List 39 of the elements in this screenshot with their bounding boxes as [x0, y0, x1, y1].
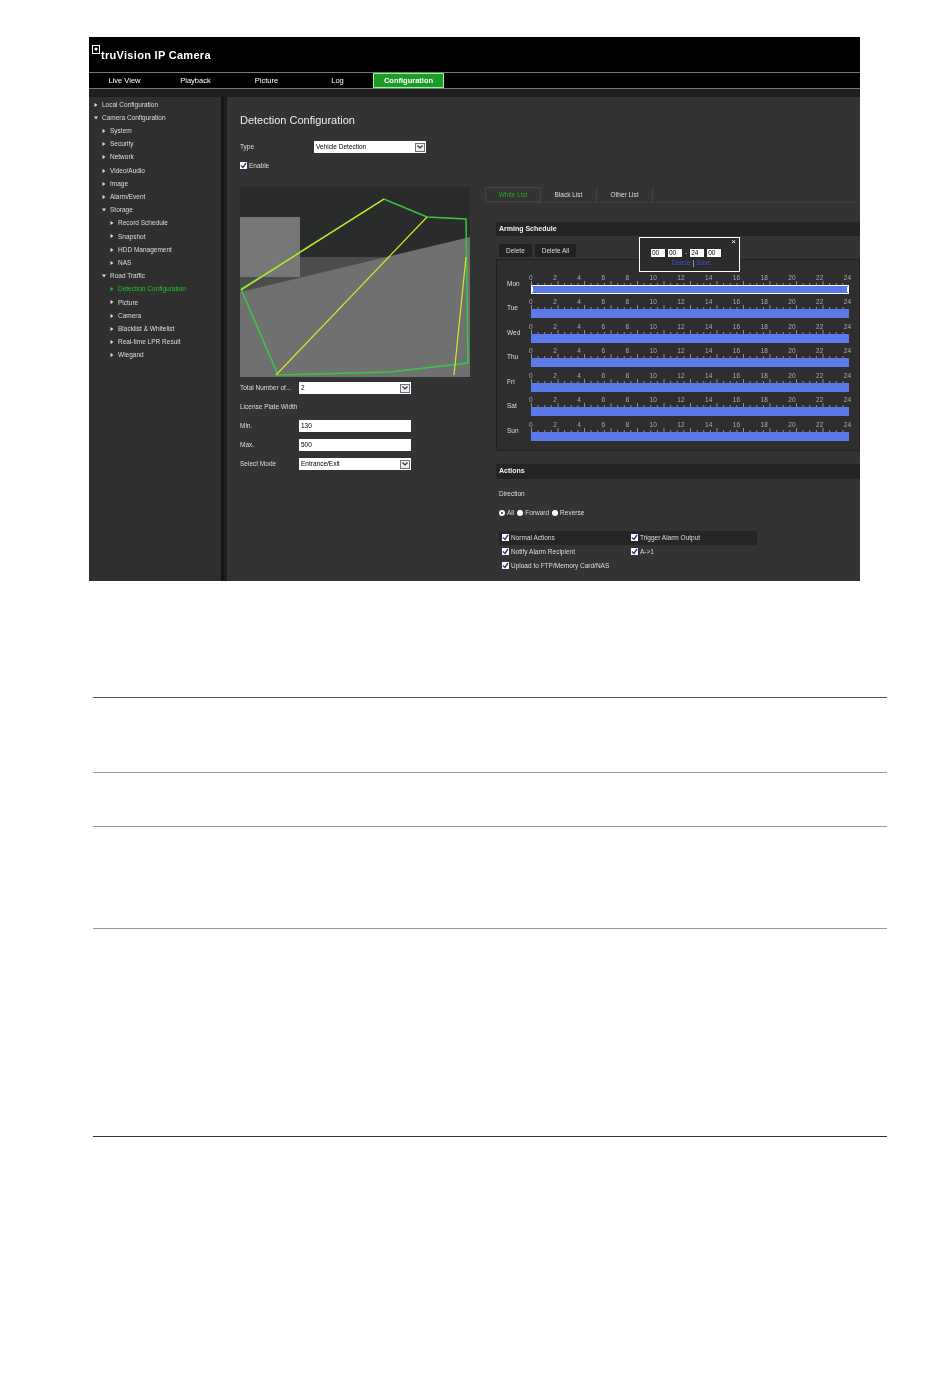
caret-right-icon: [110, 287, 114, 292]
bar-handle[interactable]: [532, 286, 533, 292]
dropdown-caret-icon: [400, 383, 410, 393]
caret-right-icon: [110, 353, 114, 358]
dropdown-caret-icon: [400, 459, 410, 469]
radio-button[interactable]: [552, 509, 559, 516]
caret-right-icon: [102, 142, 106, 147]
caret-right-icon: [110, 326, 114, 331]
caret-down-icon: [94, 115, 98, 120]
schedule-bar[interactable]: [531, 284, 849, 294]
checkbox[interactable]: [240, 162, 247, 169]
close-button[interactable]: ×: [731, 238, 736, 246]
dropdown-caret-icon: [415, 142, 425, 152]
caret-right-icon: [102, 168, 106, 173]
checkbox[interactable]: [631, 534, 638, 541]
caret-down-icon: [102, 208, 106, 213]
radio-button[interactable]: [499, 509, 505, 516]
checkbox[interactable]: [631, 548, 638, 555]
checkbox[interactable]: [502, 534, 509, 541]
logo-icon: [92, 45, 100, 54]
caret-right-icon: [110, 247, 114, 252]
caret-right-icon: [110, 260, 114, 265]
caret-right-icon: [102, 128, 106, 133]
bar-handle[interactable]: [847, 286, 848, 292]
caret-right-icon: [110, 313, 114, 318]
caret-right-icon: [102, 155, 106, 160]
checkbox[interactable]: [502, 562, 509, 569]
caret-down-icon: [102, 274, 106, 279]
page-title: Detection Configuration: [240, 113, 356, 126]
caret-right-icon: [110, 339, 114, 344]
logo-text: truVision IP Camera: [101, 48, 211, 63]
caret-right-icon: [110, 221, 114, 226]
caret-right-icon: [102, 194, 106, 199]
radio-button[interactable]: [517, 509, 524, 516]
caret-right-icon: [110, 300, 114, 305]
caret-right-icon: [110, 234, 114, 239]
caret-right-icon: [94, 102, 98, 107]
checkbox[interactable]: [502, 548, 509, 555]
caret-right-icon: [102, 181, 106, 186]
